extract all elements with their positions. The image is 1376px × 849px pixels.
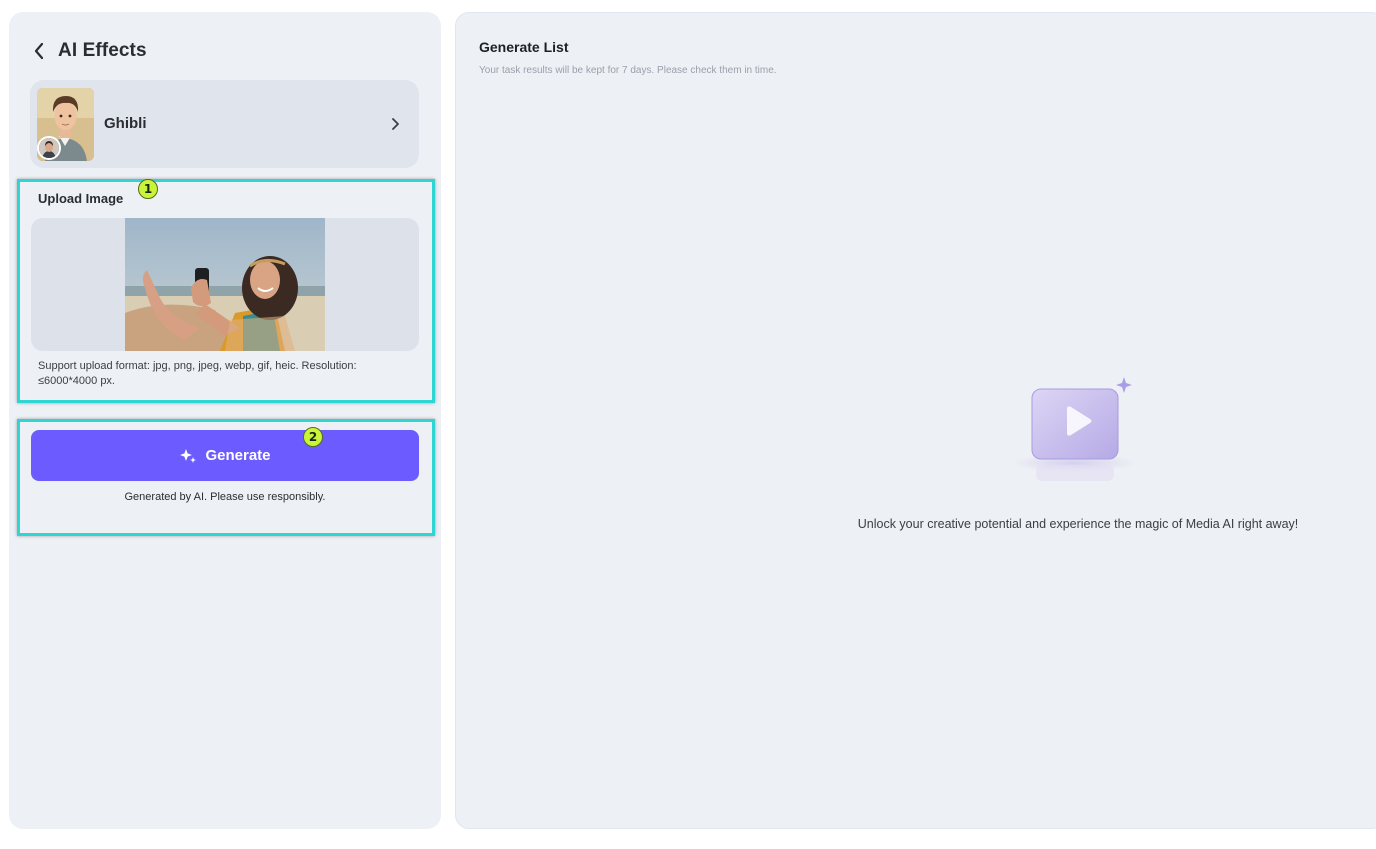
source-face-avatar	[37, 136, 61, 160]
generate-list-title: Generate List	[479, 39, 569, 55]
chevron-left-icon[interactable]	[30, 41, 48, 61]
empty-state-message: Unlock your creative potential and exper…	[857, 517, 1299, 531]
effect-name: Ghibli	[104, 115, 147, 132]
highlight-upload-section	[17, 179, 435, 403]
step-badge-1: 1	[138, 179, 158, 199]
page-title: AI Effects	[58, 40, 147, 61]
step-badge-2: 2	[303, 427, 323, 447]
chevron-right-icon[interactable]	[390, 116, 402, 132]
video-play-icon	[1012, 375, 1142, 495]
highlight-generate-section	[17, 419, 435, 536]
generate-list-subtitle: Your task results will be kept for 7 day…	[479, 65, 777, 76]
generate-list-panel: Generate List Your task results will be …	[455, 12, 1376, 829]
effect-selector[interactable]: Ghibli	[30, 80, 419, 168]
header: AI Effects	[30, 38, 147, 64]
